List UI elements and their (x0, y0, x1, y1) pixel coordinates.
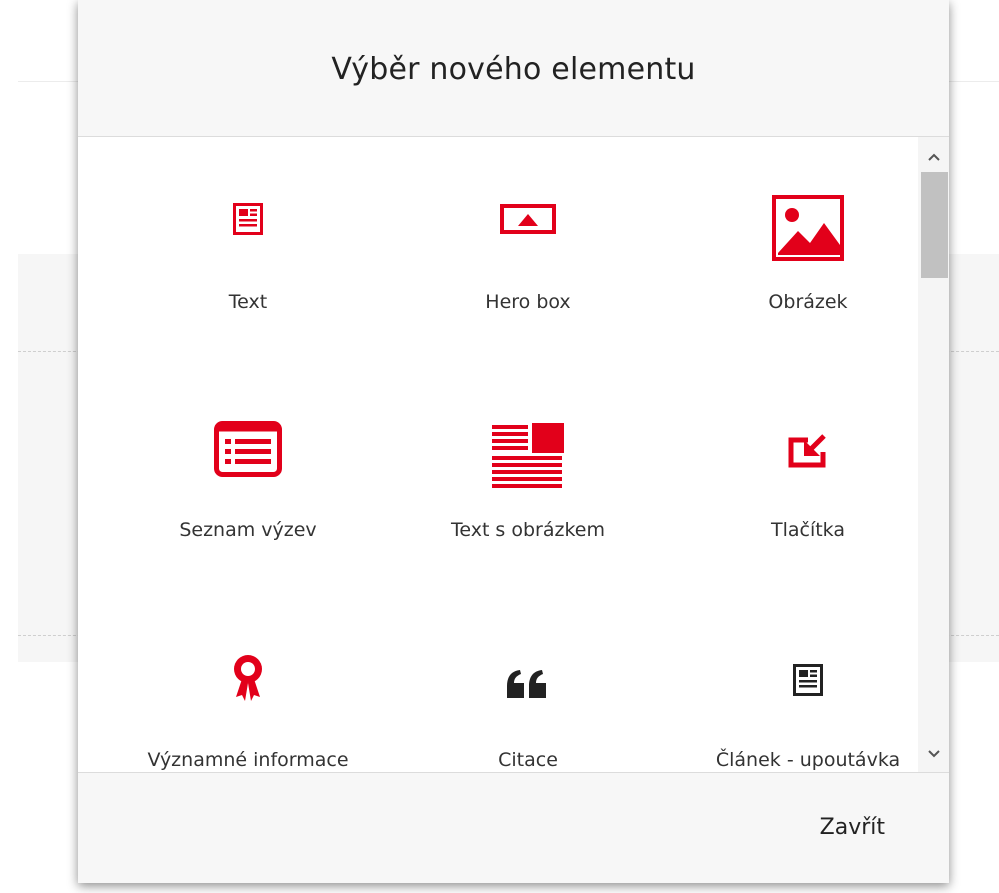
element-option-image[interactable]: Obrázek (668, 137, 948, 337)
element-label: Seznam výzev (179, 519, 317, 541)
scroll-up-arrow-icon[interactable] (918, 143, 949, 171)
scrollbar-thumb[interactable] (921, 172, 948, 278)
element-label: Obrázek (768, 291, 848, 313)
element-option-buttons[interactable]: Tlačítka (668, 407, 948, 607)
text-with-image-icon (388, 421, 668, 491)
modal-header: Výběr nového elementu (78, 0, 949, 137)
modal-footer: Zavřít (78, 772, 949, 883)
element-option-challenge-list[interactable]: Seznam výzev (108, 407, 388, 607)
element-label: Hero box (485, 291, 571, 313)
close-button[interactable]: Zavřít (820, 815, 885, 840)
element-option-text-with-image[interactable]: Text s obrázkem (388, 407, 668, 607)
modal-title: Výběr nového elementu (331, 52, 696, 87)
element-option-important-info[interactable]: Významné informace (108, 642, 388, 772)
element-label: Tlačítka (770, 519, 845, 541)
article-teaser-icon (668, 660, 948, 700)
element-option-text[interactable]: Text (108, 137, 388, 337)
element-label: Text (228, 291, 268, 313)
element-label: Článek - upoutávka (715, 749, 901, 771)
image-icon (668, 193, 948, 263)
text-icon (108, 197, 388, 241)
scroll-down-arrow-icon[interactable] (918, 740, 949, 768)
quote-icon (388, 662, 668, 706)
element-option-hero-box[interactable]: Hero box (388, 137, 668, 337)
element-label: Text s obrázkem (450, 519, 606, 541)
element-label: Citace (498, 749, 558, 771)
element-option-article-teaser[interactable]: Článek - upoutávka (668, 642, 948, 772)
button-icon (668, 429, 948, 471)
award-icon (108, 652, 388, 704)
modal-scrollbar[interactable] (918, 137, 949, 772)
modal-body[interactable]: Text Hero box Obrázek Seznam výzev Text … (78, 137, 949, 772)
list-icon (108, 419, 388, 479)
element-picker-modal: Výběr nového elementu Text Hero box Obrá… (78, 0, 949, 883)
element-label: Významné informace (147, 749, 349, 771)
hero-box-icon (388, 197, 668, 241)
element-option-quote[interactable]: Citace (388, 642, 668, 772)
